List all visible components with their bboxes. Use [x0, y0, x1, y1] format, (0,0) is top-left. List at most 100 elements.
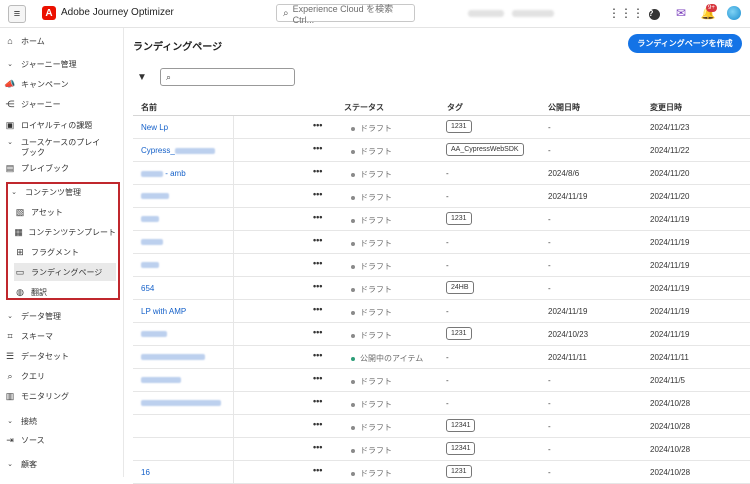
column-header-modified[interactable]: 変更日時 — [650, 102, 682, 113]
redacted-name[interactable] — [141, 239, 163, 245]
row-name-link[interactable]: - amb — [141, 169, 186, 178]
more-actions-icon[interactable]: ••• — [313, 189, 322, 199]
sidebar-group-journey[interactable]: ⌄ ジャーニー管理 — [4, 60, 77, 70]
row-name-link[interactable]: LP with AMP — [141, 307, 186, 316]
chevron-down-icon: ⌄ — [7, 313, 13, 320]
column-divider — [233, 254, 234, 276]
table-row[interactable]: ••• ドラフト 1231 - 2024/11/19 — [133, 208, 750, 231]
modified-date: 2024/11/19 — [650, 307, 690, 316]
more-actions-icon[interactable]: ••• — [313, 166, 322, 176]
table-row[interactable]: ••• 公開中のアイテム - 2024/11/11 2024/11/11 — [133, 346, 750, 369]
status-text: ドラフト — [360, 400, 392, 409]
page-title: ランディングページ — [133, 42, 223, 53]
row-name-link[interactable]: Cypress_ — [141, 146, 215, 155]
redacted-name[interactable] — [141, 331, 167, 337]
create-landing-page-button[interactable]: ランディングページを作成 — [628, 34, 742, 53]
status-dot-icon — [351, 241, 355, 246]
table-row[interactable]: - amb ••• ドラフト - 2024/8/6 2024/11/20 — [133, 162, 750, 185]
column-header-name[interactable]: 名前 — [141, 102, 157, 113]
sidebar-group-connections[interactable]: ⌄ 接続 — [4, 417, 37, 427]
redacted-name[interactable] — [141, 354, 205, 360]
more-actions-icon[interactable]: ••• — [313, 327, 322, 337]
feedback-icon[interactable]: ✉ — [673, 5, 689, 21]
row-name-link[interactable]: 654 — [141, 284, 154, 293]
table-row[interactable]: ••• ドラフト 1231 2024/10/23 2024/11/19 — [133, 323, 750, 346]
sidebar-item-sources[interactable]: ⇥ ソース — [4, 431, 120, 449]
more-actions-icon[interactable]: ••• — [313, 235, 322, 245]
more-actions-icon[interactable]: ••• — [313, 281, 322, 291]
sidebar-item-playbook[interactable]: ▤ プレイブック — [4, 159, 120, 177]
sidebar-item-label: モニタリング — [21, 391, 69, 401]
status-text: ドラフト — [360, 170, 392, 179]
status-badge: ドラフト — [351, 445, 392, 456]
row-name-link[interactable]: New Lp — [141, 123, 168, 132]
table-row[interactable]: 654 ••• ドラフト 24HB - 2024/11/19 — [133, 277, 750, 300]
adobe-logo[interactable]: A — [42, 6, 56, 20]
sidebar-item-journeys[interactable]: ⋲ ジャーニー — [4, 95, 120, 113]
sidebar-item-home[interactable]: ⌂ ホーム — [4, 32, 120, 50]
more-actions-icon[interactable]: ••• — [313, 258, 322, 268]
tag-chip: 1231 — [446, 465, 472, 478]
modified-date: 2024/11/20 — [650, 192, 690, 201]
table-row[interactable]: New Lp ••• ドラフト 1231 - 2024/11/23 — [133, 116, 750, 139]
status-badge: ドラフト — [351, 376, 392, 387]
org-name-redacted[interactable] — [468, 10, 504, 17]
table-row[interactable]: ••• ドラフト - - 2024/10/28 — [133, 392, 750, 415]
sidebar-group-customers[interactable]: ⌄ 顧客 — [4, 460, 37, 470]
more-actions-icon[interactable]: ••• — [313, 442, 322, 452]
more-actions-icon[interactable]: ••• — [313, 350, 322, 360]
sidebar-item-queries[interactable]: ⌕ クエリ — [4, 367, 120, 385]
redacted-name[interactable] — [141, 400, 221, 406]
table-row[interactable]: ••• ドラフト 12341 - 2024/10/28 — [133, 415, 750, 438]
sidebar-group-data[interactable]: ⌄ データ管理 — [4, 312, 61, 322]
redacted-name[interactable] — [141, 377, 181, 383]
redacted-name[interactable] — [141, 216, 159, 222]
sidebar-item-loyalty[interactable]: ▣ ロイヤルティの課題 — [4, 116, 120, 134]
sidebar-item-campaigns[interactable]: 📣 キャンペーン — [4, 75, 120, 93]
redacted-name[interactable] — [141, 193, 169, 199]
search-input[interactable]: ⌕ — [160, 68, 295, 86]
table-row[interactable]: 16 ••• ドラフト 1231 - 2024/10/28 — [133, 461, 750, 484]
more-actions-icon[interactable]: ••• — [313, 419, 322, 429]
table-row[interactable]: LP with AMP ••• ドラフト - 2024/11/19 2024/11/19 — [133, 300, 750, 323]
more-actions-icon[interactable]: ••• — [313, 120, 322, 130]
more-actions-icon[interactable]: ••• — [313, 212, 322, 222]
table-row[interactable]: ••• ドラフト 12341 - 2024/10/28 — [133, 438, 750, 461]
column-header-tag[interactable]: タグ — [447, 102, 463, 113]
column-divider — [233, 231, 234, 253]
table-row[interactable]: ••• ドラフト - - 2024/11/5 — [133, 369, 750, 392]
avatar[interactable] — [727, 6, 741, 20]
sidebar-item-schemas[interactable]: ⌗ スキーマ — [4, 327, 120, 345]
redacted-name[interactable] — [141, 262, 159, 268]
status-text: ドラフト — [360, 285, 392, 294]
apps-grid-icon[interactable]: ⋮⋮⋮ — [608, 5, 644, 21]
more-actions-icon[interactable]: ••• — [313, 143, 322, 153]
status-badge: ドラフト — [351, 215, 392, 226]
more-actions-icon[interactable]: ••• — [313, 465, 322, 475]
sidebar-item-monitoring[interactable]: ▥ モニタリング — [4, 387, 120, 405]
published-date: - — [548, 445, 551, 454]
more-actions-icon[interactable]: ••• — [313, 373, 322, 383]
more-actions-icon[interactable]: ••• — [313, 396, 322, 406]
table-row[interactable]: ••• ドラフト - - 2024/11/19 — [133, 231, 750, 254]
more-actions-icon[interactable]: ••• — [313, 304, 322, 314]
column-header-status[interactable]: ステータス — [344, 102, 384, 113]
status-badge: ドラフト — [351, 307, 392, 318]
column-header-published[interactable]: 公開日時 — [548, 102, 580, 113]
highlight-box — [6, 182, 120, 300]
hamburger-icon[interactable]: ≡ — [8, 5, 26, 23]
column-divider — [233, 346, 234, 368]
table-row[interactable]: ••• ドラフト - 2024/11/19 2024/11/20 — [133, 185, 750, 208]
app-title[interactable]: Adobe Journey Optimizer — [61, 7, 174, 18]
table-row[interactable]: ••• ドラフト - - 2024/11/19 — [133, 254, 750, 277]
sidebar-group-playbooks[interactable]: ⌄ ユースケースのプレイ ブック — [4, 138, 122, 158]
table-row[interactable]: Cypress_ ••• ドラフト AA_CypressWebSDK - 2024/11/… — [133, 139, 750, 162]
sandbox-name-redacted[interactable] — [512, 10, 554, 17]
global-search-input[interactable]: ⌕ Experience Cloud を検索 Ctrl... — [276, 4, 415, 25]
row-name-link[interactable]: 16 — [141, 468, 150, 477]
filter-icon[interactable]: ▼ — [137, 72, 147, 83]
sidebar-item-datasets[interactable]: ☰ データセット — [4, 347, 120, 365]
redacted-text — [141, 171, 163, 178]
help-icon[interactable]: ? — [646, 5, 662, 21]
search-icon: ⌕ — [166, 71, 172, 82]
